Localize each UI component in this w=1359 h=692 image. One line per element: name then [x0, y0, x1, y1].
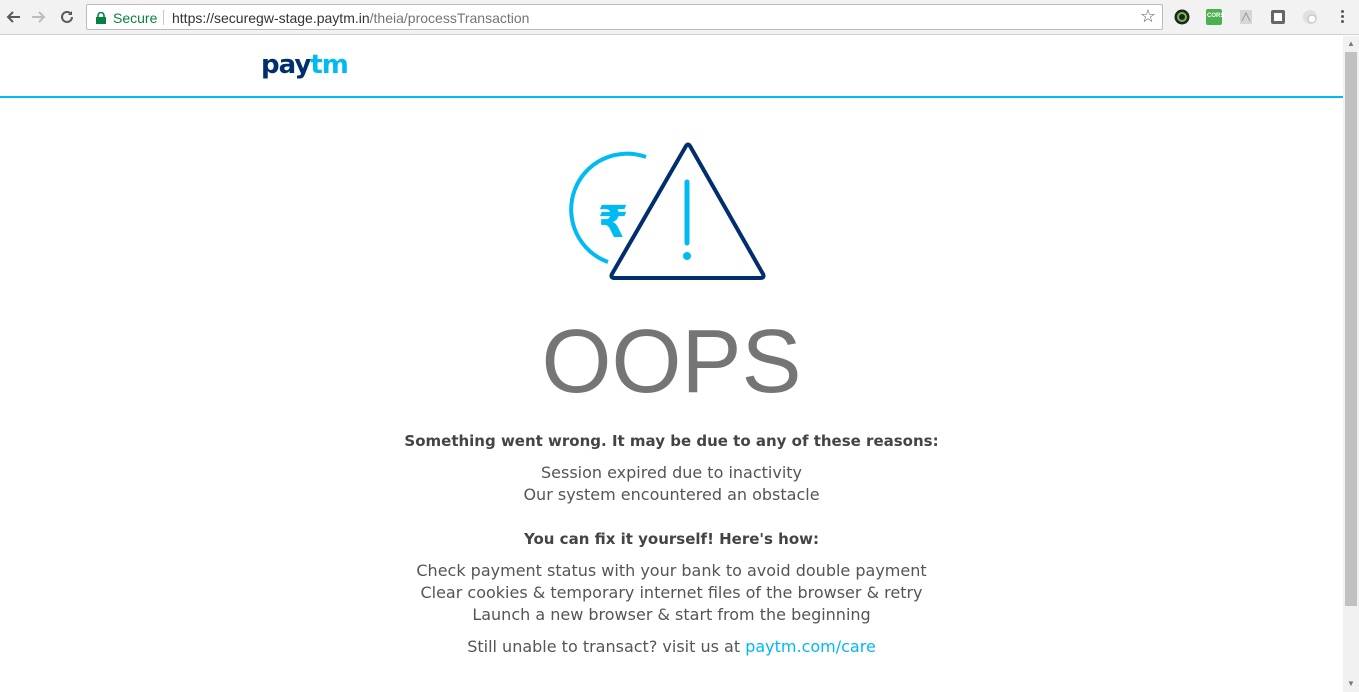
- list-item: Launch a new browser & start from the be…: [472, 605, 871, 624]
- extension-icon[interactable]: [1302, 9, 1318, 25]
- logo-pay: pay: [261, 50, 311, 80]
- error-warning-icon: ₹: [569, 142, 766, 280]
- omnibox-divider: [163, 10, 164, 25]
- support-footer: Still unable to transact? visit us at pa…: [0, 636, 1343, 658]
- fix-list: Check payment status with your bank to a…: [0, 560, 1343, 626]
- chrome-extension-icon[interactable]: [1174, 9, 1190, 25]
- care-link[interactable]: paytm.com/care: [745, 637, 876, 656]
- list-item: Our system encountered an obstacle: [523, 485, 820, 504]
- address-bar[interactable]: Secure https://securegw-stage.paytm.in/t…: [86, 4, 1163, 30]
- reasons-list: Session expired due to inactivity Our sy…: [0, 462, 1343, 506]
- exclamation-dot: [683, 252, 691, 260]
- lock-icon: [96, 11, 106, 29]
- pdf-extension-icon[interactable]: [1238, 9, 1254, 25]
- back-arrow-icon[interactable]: [2, 6, 24, 28]
- reload-icon[interactable]: [56, 6, 78, 28]
- logo-tm: tm: [310, 50, 349, 80]
- url-path: /theia/processTransaction: [369, 10, 530, 26]
- scrollbar-thumb[interactable]: [1345, 52, 1357, 606]
- secure-label: Secure: [113, 10, 158, 26]
- page-content: paytm ₹ OOPS Something went wrong. It ma…: [0, 36, 1343, 692]
- reasons-heading: Something went wrong. It may be due to a…: [0, 432, 1343, 450]
- rupee-symbol-icon: ₹: [598, 197, 629, 248]
- scroll-up-arrow-icon[interactable]: ▲: [1343, 36, 1359, 52]
- list-item: Clear cookies & temporary internet files…: [420, 583, 923, 602]
- fix-heading: You can fix it yourself! Here's how:: [0, 530, 1343, 548]
- cors-extension-icon[interactable]: CORS: [1206, 9, 1225, 25]
- list-item: Session expired due to inactivity: [540, 463, 802, 482]
- bookmark-star-icon[interactable]: ☆: [1140, 6, 1156, 27]
- fix-heading-text: You can fix it yourself! Here's how:: [523, 530, 820, 548]
- extension-icon[interactable]: [1270, 9, 1286, 25]
- cors-label: CORS: [1207, 13, 1225, 19]
- scroll-down-arrow-icon[interactable]: ▼: [1343, 676, 1359, 692]
- vertical-scrollbar[interactable]: ▲ ▼: [1343, 36, 1359, 692]
- site-header: paytm: [0, 36, 1343, 98]
- browser-toolbar: Secure https://securegw-stage.paytm.in/t…: [0, 0, 1359, 35]
- support-text: Still unable to transact? visit us at: [467, 637, 746, 656]
- chrome-menu-icon[interactable]: [1336, 8, 1348, 26]
- list-item: Check payment status with your bank to a…: [416, 561, 927, 580]
- paytm-logo[interactable]: paytm: [261, 50, 349, 80]
- reasons-heading-text: Something went wrong. It may be due to a…: [404, 432, 939, 450]
- url-host: https://securegw-stage.paytm.in: [172, 10, 370, 26]
- url-text[interactable]: https://securegw-stage.paytm.in/theia/pr…: [172, 10, 529, 26]
- forward-arrow-icon[interactable]: [28, 6, 50, 28]
- error-title: OOPS: [541, 312, 802, 412]
